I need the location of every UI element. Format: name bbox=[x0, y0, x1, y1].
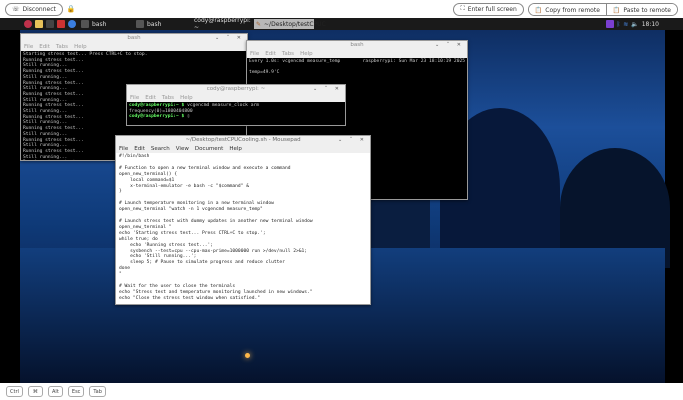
menu-help[interactable]: Help bbox=[180, 94, 193, 102]
menu-file[interactable]: File bbox=[130, 94, 139, 102]
remote-screen[interactable]: bash bash cody@raspberrypi: ~ ✎ ~/Desktop… bbox=[0, 18, 683, 383]
paste-icon: 📋 bbox=[612, 6, 621, 14]
tab-key-button[interactable]: Tab bbox=[89, 386, 106, 397]
chromium-icon[interactable] bbox=[68, 20, 76, 28]
terminal-window-cody[interactable]: cody@raspberrypi: ~ ⌄ ˄ ✕ File Edit Tabs Hel… bbox=[126, 84, 346, 126]
bluetooth-icon[interactable]: ᛒ bbox=[617, 21, 621, 28]
menu-file[interactable]: File bbox=[24, 43, 33, 51]
menu-tabs[interactable]: Tabs bbox=[56, 43, 68, 51]
window-controls[interactable]: ⌄ ˄ ✕ bbox=[313, 85, 342, 94]
ctrl-key-button[interactable]: Ctrl bbox=[6, 386, 23, 397]
code-editor[interactable]: #!/bin/bash # Function to open a new ter… bbox=[116, 153, 370, 304]
volume-icon[interactable]: 🔈 bbox=[631, 21, 638, 28]
fullscreen-button[interactable]: ⛶ Enter full screen bbox=[453, 2, 524, 16]
menu-edit[interactable]: Edit bbox=[145, 94, 156, 102]
vivaldi-icon[interactable] bbox=[57, 20, 65, 28]
menu-file[interactable]: File bbox=[250, 50, 259, 58]
menu-help[interactable]: Help bbox=[74, 43, 87, 51]
keyboard-shortcut-bar: Ctrl ⌘ Alt Esc Tab bbox=[0, 383, 683, 400]
vnc-icon[interactable] bbox=[605, 20, 614, 28]
menu-tabs[interactable]: Tabs bbox=[282, 50, 294, 58]
taskbar: bash bash cody@raspberrypi: ~ ✎ ~/Desktop… bbox=[0, 18, 683, 31]
terminal-output[interactable]: cody@raspberrypi:~ $ vcgencmd measure_cl… bbox=[127, 102, 345, 125]
lantern bbox=[245, 353, 250, 358]
clock: 18:10 bbox=[641, 20, 659, 28]
command-key-button[interactable]: ⌘ bbox=[27, 386, 43, 397]
taskbar-item-cody[interactable]: cody@raspberrypi: ~ bbox=[189, 18, 251, 31]
wifi-icon[interactable]: ≋ bbox=[623, 21, 628, 28]
phone-icon: ☏ bbox=[12, 5, 20, 13]
window-controls[interactable]: ⌄ ˄ ✕ bbox=[215, 34, 244, 43]
terminal-icon[interactable] bbox=[46, 20, 54, 28]
menu-document[interactable]: Document bbox=[195, 145, 224, 153]
menu-help[interactable]: Help bbox=[300, 50, 313, 58]
pen-icon: ✎ bbox=[256, 20, 262, 28]
menu-edit[interactable]: Edit bbox=[265, 50, 276, 58]
paste-to-remote-button[interactable]: 📋 Paste to remote bbox=[606, 3, 677, 15]
raspberry-menu-icon[interactable] bbox=[24, 20, 32, 28]
menu-file[interactable]: File bbox=[119, 145, 128, 153]
folder-icon[interactable] bbox=[35, 20, 43, 28]
alt-key-button[interactable]: Alt bbox=[47, 386, 63, 397]
window-controls[interactable]: ⌄ ˄ ✕ bbox=[435, 41, 464, 50]
taskbar-item-mousepad[interactable]: ✎ ~/Desktop/testCPUC bbox=[254, 19, 326, 29]
terminal-icon bbox=[136, 20, 144, 28]
clipboard-icon: 📋 bbox=[534, 6, 543, 14]
esc-key-button[interactable]: Esc bbox=[67, 386, 85, 397]
menu-edit[interactable]: Edit bbox=[39, 43, 50, 51]
terminal-icon bbox=[81, 20, 89, 28]
disconnect-button[interactable]: ☏ Disconnect bbox=[5, 2, 63, 16]
copy-from-remote-button[interactable]: 📋 Copy from remote bbox=[528, 3, 607, 15]
mousepad-window[interactable]: ~/Desktop/testCPUCooling.sh - Mousepad ⌄ … bbox=[115, 135, 371, 305]
temperature-readout: temp=49.9'C bbox=[249, 70, 280, 76]
taskbar-item-bash-2[interactable]: bash bbox=[134, 19, 186, 29]
window-controls[interactable]: ⌄ ˄ ✕ bbox=[338, 136, 367, 145]
taskbar-item-bash-1[interactable]: bash bbox=[79, 19, 131, 29]
menu-edit[interactable]: Edit bbox=[134, 145, 145, 153]
menu-search[interactable]: Search bbox=[151, 145, 170, 153]
menu-view[interactable]: View bbox=[176, 145, 189, 153]
expand-icon: ⛶ bbox=[460, 5, 465, 12]
lock-icon: 🔒 bbox=[66, 5, 76, 13]
remote-toolbar: ☏ Disconnect 🔒 ⛶ Enter full screen 📋 Copy f… bbox=[0, 0, 683, 18]
menu-tabs[interactable]: Tabs bbox=[162, 94, 174, 102]
menu-help[interactable]: Help bbox=[229, 145, 242, 153]
